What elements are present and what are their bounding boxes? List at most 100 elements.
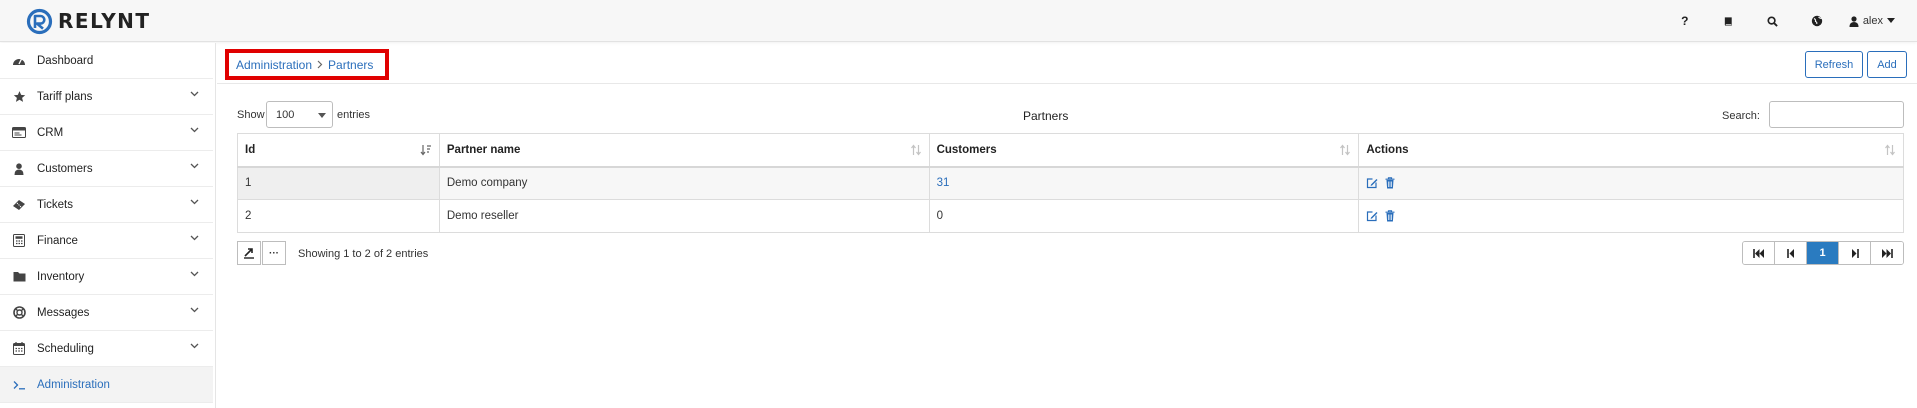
delete-icon[interactable] bbox=[1385, 177, 1395, 189]
sidebar-item-crm[interactable]: CRM bbox=[0, 115, 213, 151]
sidebar-item-label: Messages bbox=[37, 306, 90, 319]
sidebar-item-label: Administration bbox=[37, 378, 110, 391]
breadcrumb: Administration Partners bbox=[225, 49, 389, 80]
previous-page-icon bbox=[1786, 248, 1794, 258]
breadcrumb-current-link[interactable]: Partners bbox=[328, 58, 373, 72]
sort-icon bbox=[910, 144, 921, 156]
sidebar-item-label: Tickets bbox=[37, 198, 73, 211]
more-options-label: ··· bbox=[269, 247, 279, 259]
sidebar-item-scheduling[interactable]: Scheduling bbox=[0, 331, 213, 367]
sidebar-item-inventory[interactable]: Inventory bbox=[0, 259, 213, 295]
sidebar-item-customers[interactable]: Customers bbox=[0, 151, 213, 187]
sidebar-item-finance[interactable]: Finance bbox=[0, 223, 213, 259]
more-options-button[interactable]: ··· bbox=[262, 241, 286, 265]
terminal-icon bbox=[11, 377, 27, 393]
ticket-icon bbox=[11, 197, 27, 213]
edit-icon[interactable] bbox=[1366, 177, 1378, 189]
add-button[interactable]: Add bbox=[1867, 51, 1907, 78]
chevron-down-icon bbox=[190, 343, 199, 349]
showing-info: Showing 1 to 2 of 2 entries bbox=[298, 248, 429, 260]
chevron-down-icon bbox=[190, 91, 199, 97]
column-header-partner-name[interactable]: Partner name bbox=[438, 133, 930, 168]
search-icon[interactable] bbox=[1751, 0, 1795, 42]
user-icon bbox=[1849, 15, 1859, 27]
dashboard-icon bbox=[11, 53, 27, 69]
edit-icon[interactable] bbox=[1366, 210, 1378, 222]
lifebuoy-icon bbox=[11, 305, 27, 321]
cell-actions bbox=[1358, 199, 1904, 233]
column-header-customers[interactable]: Customers bbox=[928, 133, 1360, 168]
star-icon bbox=[11, 89, 27, 105]
column-header-id[interactable]: Id bbox=[237, 133, 440, 168]
next-page-button[interactable] bbox=[1839, 242, 1871, 264]
main-content: Administration Partners Refresh Add Show… bbox=[217, 43, 1917, 408]
chevron-down-icon bbox=[190, 235, 199, 241]
logo-text: RELYNT bbox=[58, 9, 151, 33]
sidebar-item-tickets[interactable]: Tickets bbox=[0, 187, 213, 223]
calendar-icon bbox=[11, 341, 27, 357]
sidebar: Dashboard Tariff plans CRM Customers Tic… bbox=[0, 43, 216, 408]
entries-label: entries bbox=[337, 109, 371, 121]
delete-icon[interactable] bbox=[1385, 210, 1395, 222]
sidebar-item-administration[interactable]: Administration bbox=[0, 367, 213, 403]
last-page-button[interactable] bbox=[1871, 242, 1903, 264]
book-icon[interactable] bbox=[1707, 0, 1751, 42]
last-page-icon bbox=[1882, 248, 1893, 258]
search-input[interactable] bbox=[1769, 101, 1904, 128]
cell-customers: 31 bbox=[928, 166, 1360, 200]
user-menu[interactable]: alex bbox=[1839, 0, 1917, 42]
sidebar-item-label: Dashboard bbox=[37, 54, 94, 67]
caret-down-icon bbox=[1887, 18, 1895, 23]
help-icon[interactable]: ? bbox=[1663, 0, 1707, 42]
chevron-down-icon bbox=[190, 271, 199, 277]
table-footer: ··· Showing 1 to 2 of 2 entries 1 bbox=[237, 241, 1904, 266]
crm-icon bbox=[11, 125, 27, 141]
table-controls: Show 100 entries Partners Search: bbox=[237, 101, 1904, 128]
export-icon bbox=[244, 248, 254, 259]
sort-ascending-icon bbox=[420, 145, 431, 156]
column-label: Id bbox=[245, 143, 256, 156]
column-label: Customers bbox=[936, 143, 997, 156]
column-label: Actions bbox=[1366, 143, 1409, 156]
chevron-down-icon bbox=[190, 307, 199, 313]
page-button-current[interactable]: 1 bbox=[1807, 242, 1839, 264]
column-header-actions[interactable]: Actions bbox=[1358, 133, 1904, 168]
sidebar-item-tariff-plans[interactable]: Tariff plans bbox=[0, 79, 213, 115]
breadcrumb-parent-link[interactable]: Administration bbox=[236, 58, 312, 72]
table-row[interactable]: 2 Demo reseller 0 bbox=[237, 199, 1904, 233]
export-button[interactable] bbox=[237, 241, 261, 265]
chevron-down-icon bbox=[190, 199, 199, 205]
chevron-right-icon bbox=[317, 60, 323, 69]
table-header-row: Id Partner name Customers Actions bbox=[237, 133, 1904, 168]
sidebar-item-label: Customers bbox=[37, 162, 93, 175]
globe-icon[interactable] bbox=[1795, 0, 1839, 42]
chevron-down-icon bbox=[190, 127, 199, 133]
finance-icon bbox=[11, 233, 27, 249]
sidebar-item-messages[interactable]: Messages bbox=[0, 295, 213, 331]
page-header: Administration Partners Refresh Add bbox=[217, 43, 1917, 84]
next-page-icon bbox=[1851, 248, 1859, 258]
relynt-logo-icon bbox=[26, 8, 53, 34]
sort-icon bbox=[1885, 144, 1895, 156]
sidebar-item-dashboard[interactable]: Dashboard bbox=[0, 43, 213, 79]
chevron-down-icon bbox=[190, 163, 199, 169]
entries-value: 100 bbox=[276, 108, 295, 121]
entries-select[interactable]: 100 bbox=[266, 101, 333, 128]
previous-page-button[interactable] bbox=[1775, 242, 1807, 264]
refresh-button[interactable]: Refresh bbox=[1805, 51, 1863, 78]
sort-icon bbox=[1340, 144, 1351, 156]
table-title: Partners bbox=[1023, 109, 1069, 123]
user-icon bbox=[11, 161, 27, 177]
sidebar-item-label: Finance bbox=[37, 234, 78, 247]
folder-icon bbox=[11, 269, 27, 285]
first-page-button[interactable] bbox=[1743, 242, 1775, 264]
sidebar-item-label: Inventory bbox=[37, 270, 85, 283]
cell-partner-name: Demo reseller bbox=[438, 199, 930, 233]
cell-id: 1 bbox=[237, 166, 440, 200]
customers-count-link[interactable]: 31 bbox=[937, 177, 950, 189]
table-row[interactable]: 1 Demo company 31 bbox=[237, 166, 1904, 200]
partners-table: Id Partner name Customers Actions 1 Demo… bbox=[237, 133, 1904, 233]
sidebar-item-label: Tariff plans bbox=[37, 90, 93, 103]
logo[interactable]: RELYNT bbox=[26, 6, 151, 36]
pagination: 1 bbox=[1742, 241, 1904, 265]
